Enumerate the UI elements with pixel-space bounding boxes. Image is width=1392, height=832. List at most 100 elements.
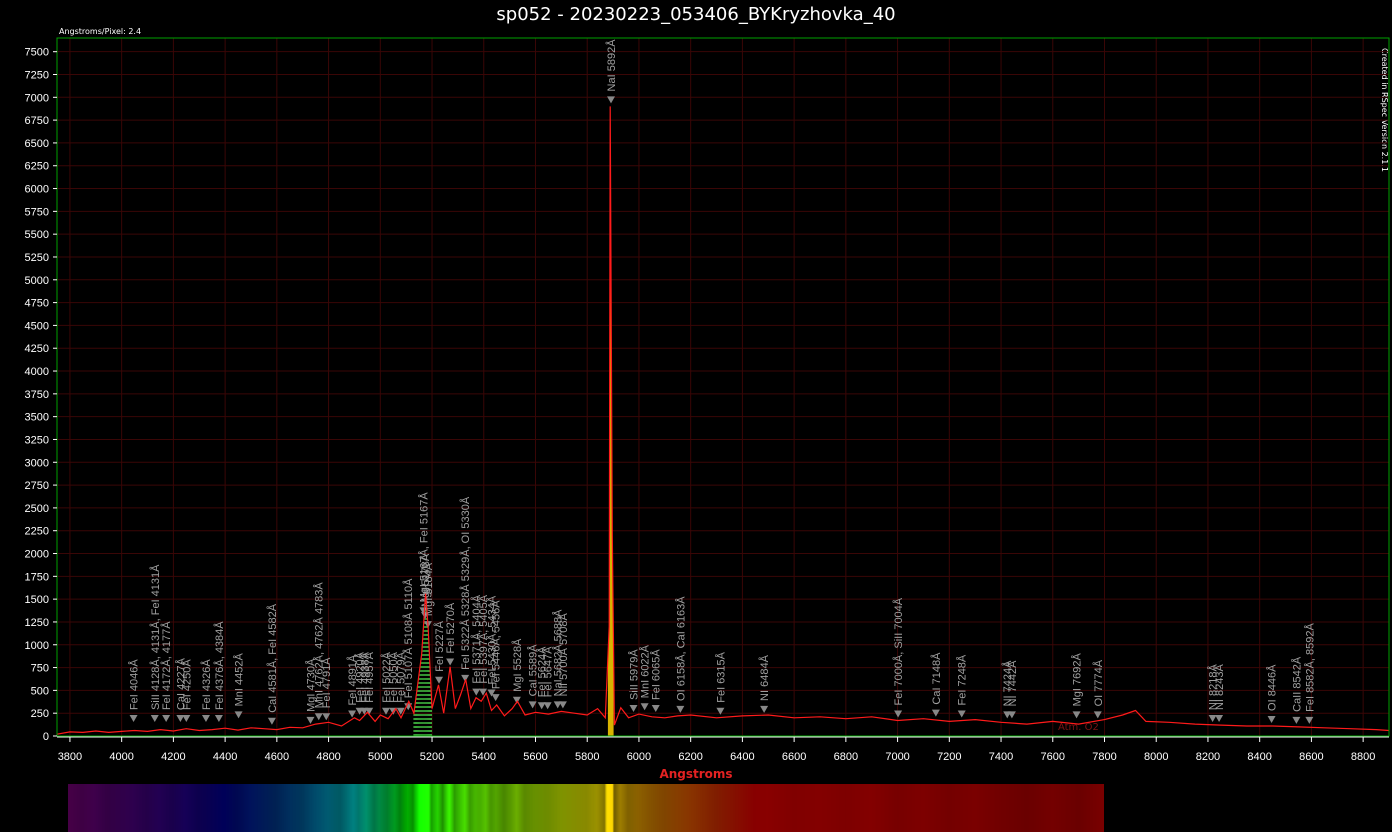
x-tick-label: 4600 — [265, 751, 289, 763]
y-tick-label: 5750 — [25, 206, 49, 218]
y-tick-label: 5000 — [25, 275, 49, 287]
line-annotation-label: FeI 8582Å, 8592Å — [1303, 623, 1316, 712]
line-annotation-label: MgI 5528Å — [511, 638, 524, 692]
x-tick-label: 6800 — [834, 751, 858, 763]
y-tick-label: 7000 — [25, 92, 49, 104]
y-tick-label: 2250 — [25, 526, 49, 538]
x-tick-label: 5800 — [575, 751, 599, 763]
line-annotation-label: FeI 4376Å, 4384Å — [213, 621, 226, 710]
line-annotation-label: FeI 7248Å — [956, 654, 969, 705]
line-marker — [435, 676, 444, 684]
line-annotation-label: NI 6484Å — [758, 654, 771, 701]
line-marker — [1305, 716, 1314, 724]
line-marker — [234, 711, 243, 719]
y-tick-label: 1500 — [25, 594, 49, 606]
line-marker — [348, 710, 357, 718]
x-tick-label: 7800 — [1092, 751, 1116, 763]
x-tick-label: 8000 — [1144, 751, 1168, 763]
line-annotation-label: CaI 4581Å, FeI 4582Å — [266, 603, 279, 713]
line-annotation-label: NiI 5700Å 5708Å — [557, 613, 570, 697]
y-tick-label: 4750 — [25, 298, 49, 310]
y-tick-label: 2000 — [25, 549, 49, 561]
line-annotation-label: FeI 5227Å — [433, 620, 446, 671]
line-marker — [1208, 715, 1217, 723]
y-tick-label: 4000 — [25, 366, 49, 378]
line-marker — [306, 716, 315, 724]
line-marker — [150, 715, 159, 723]
line-annotation-label: OI 7774Å — [1092, 659, 1105, 706]
y-tick-label: 2750 — [25, 480, 49, 492]
x-axis-label: Angstroms — [659, 767, 733, 781]
y-tick-label: 3250 — [25, 434, 49, 446]
x-tick-label: 6200 — [678, 751, 702, 763]
line-marker — [381, 707, 390, 715]
x-tick-label: 7400 — [989, 751, 1013, 763]
x-tick-label: 5400 — [472, 751, 496, 763]
line-annotation-label: FeI 4791Å — [320, 657, 333, 708]
y-tick-label: 6500 — [25, 138, 49, 150]
y-tick-label: 4500 — [25, 320, 49, 332]
line-annotation-label: FeI 7000Å, SiII 7004Å — [892, 597, 905, 705]
y-tick-label: 5500 — [25, 229, 49, 241]
line-annotation-label: NI 7442Å — [1006, 660, 1019, 707]
line-marker — [1072, 711, 1081, 719]
line-marker — [201, 715, 210, 723]
x-tick-label: 8600 — [1299, 751, 1323, 763]
x-tick-label: 5600 — [523, 751, 547, 763]
line-marker — [640, 703, 649, 711]
x-tick-label: 5000 — [368, 751, 392, 763]
line-annotation-label: FeI 4957Å — [363, 651, 376, 702]
line-annotation-label: MnI 4452Å — [233, 653, 246, 707]
line-annotation-label: CaI 7148Å — [930, 652, 943, 705]
line-annotation-label: FeI 4326Å — [200, 659, 213, 710]
y-tick-label: 3750 — [25, 389, 49, 401]
series-layer — [56, 106, 1390, 735]
line-marker — [162, 715, 171, 723]
line-annotation-label: NaI 5892Å — [605, 39, 618, 92]
grid-layer — [57, 38, 1389, 737]
line-marker — [558, 701, 567, 709]
axis-layer: 0 250 500 750 1000 1250 1500 1750 2000 2250 2500 27… — [25, 37, 1390, 763]
line-annotation-label: OI 6158Å, CaI 6163Å — [674, 596, 687, 701]
line-marker — [760, 705, 769, 713]
line-annotation-label: FeI 6065Å — [650, 649, 663, 700]
y-tick-label: 6250 — [25, 161, 49, 173]
line-marker — [1093, 711, 1102, 719]
y-tick-label: 3000 — [25, 457, 49, 469]
line-annotation-label: SiII 5979Å — [628, 649, 641, 700]
line-marker — [651, 705, 660, 713]
y-tick-label: 3500 — [25, 412, 49, 424]
y-tick-label: 2500 — [25, 503, 49, 515]
line-marker — [676, 705, 685, 713]
line-marker — [543, 702, 552, 710]
line-marker — [214, 715, 223, 723]
line-marker — [1215, 715, 1224, 723]
line-annotation-label: FeI 6315Å — [714, 651, 727, 702]
line-annotation-label: FeI 5322Å 5328Å 5329Å, OI 5330Å — [459, 496, 472, 670]
line-marker — [716, 707, 725, 715]
spectrum-series-line — [56, 106, 1390, 735]
line-marker — [894, 710, 903, 718]
y-tick-label: 6000 — [25, 184, 49, 196]
line-marker — [607, 96, 616, 104]
line-annotation-label: FeI 4250Å — [180, 659, 193, 710]
x-tick-label: 4400 — [213, 751, 237, 763]
x-tick-label: 4800 — [316, 751, 340, 763]
x-tick-label: 3800 — [58, 751, 82, 763]
line-marker — [314, 713, 323, 721]
x-tick-label: 8200 — [1196, 751, 1220, 763]
line-annotation-label: MgI 7692Å — [1071, 653, 1084, 707]
line-annotation-label: FeI 5107Å 5108Å 5110Å — [402, 578, 415, 698]
line-annotation-label: FeI 4046Å — [128, 659, 141, 710]
spectrum-chart: FeI 4046Å SiII 4128Å, 4131Å, FeI 4131Å FeI… — [25, 37, 1390, 763]
y-tick-label: 7500 — [25, 47, 49, 59]
x-tick-label: 8800 — [1351, 751, 1375, 763]
line-annotation-label: SiII 4128Å, 4131Å, FeI 4131Å — [149, 564, 162, 710]
line-annotation-label: FeI 4172Å, 4177Å — [160, 621, 173, 710]
line-marker — [446, 658, 455, 666]
line-marker — [129, 715, 138, 723]
x-tick-label: 6400 — [730, 751, 754, 763]
y-tick-label: 1250 — [25, 617, 49, 629]
x-tick-label: 7000 — [885, 751, 909, 763]
line-marker — [267, 717, 276, 725]
